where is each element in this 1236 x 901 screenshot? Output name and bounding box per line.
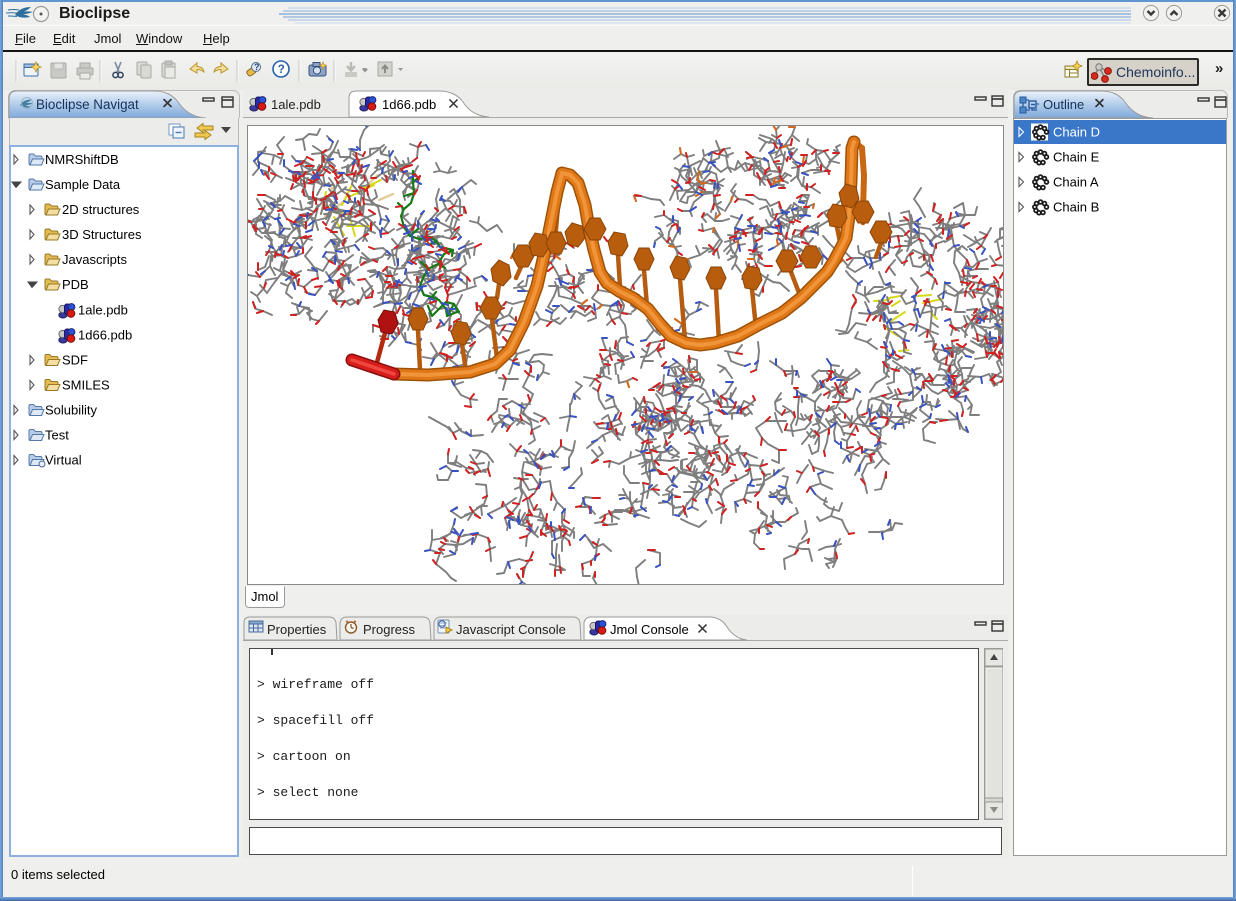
svg-text:Bioclipse Navigat: Bioclipse Navigat	[36, 97, 139, 112]
svg-text:3D Structures: 3D Structures	[62, 227, 142, 242]
svg-text:Outline: Outline	[1043, 97, 1084, 112]
svg-text:Virtual: Virtual	[45, 453, 82, 468]
svg-text:SDF: SDF	[62, 353, 88, 368]
svg-text:1d66.pdb: 1d66.pdb	[78, 328, 132, 343]
svg-text:Progress: Progress	[363, 622, 416, 637]
svg-text:Javascript Console: Javascript Console	[456, 622, 566, 637]
svg-text:PDB: PDB	[62, 277, 89, 292]
svg-text:Solubility: Solubility	[45, 403, 98, 418]
svg-text:Javascripts: Javascripts	[62, 252, 128, 267]
svg-text:Jmol Console: Jmol Console	[610, 622, 689, 637]
svg-text:SMILES: SMILES	[62, 378, 110, 393]
svg-text:1ale.pdb: 1ale.pdb	[78, 303, 128, 318]
svg-text:?: ?	[254, 62, 260, 72]
svg-text:1d66.pdb: 1d66.pdb	[382, 97, 436, 112]
svg-text:2D structures: 2D structures	[62, 202, 140, 217]
svg-text:Chain D: Chain D	[1053, 125, 1100, 140]
svg-text:Chain A: Chain A	[1053, 175, 1099, 190]
svg-text:Properties: Properties	[267, 622, 327, 637]
svg-text:Sample Data: Sample Data	[45, 177, 121, 192]
svg-text:NMRShiftDB: NMRShiftDB	[45, 152, 119, 167]
svg-text:1ale.pdb: 1ale.pdb	[271, 97, 321, 112]
svg-text:?: ?	[278, 64, 285, 76]
svg-text:Test: Test	[45, 428, 69, 443]
svg-text:Chain B: Chain B	[1053, 200, 1099, 215]
svg-text:Chain E: Chain E	[1053, 150, 1100, 165]
